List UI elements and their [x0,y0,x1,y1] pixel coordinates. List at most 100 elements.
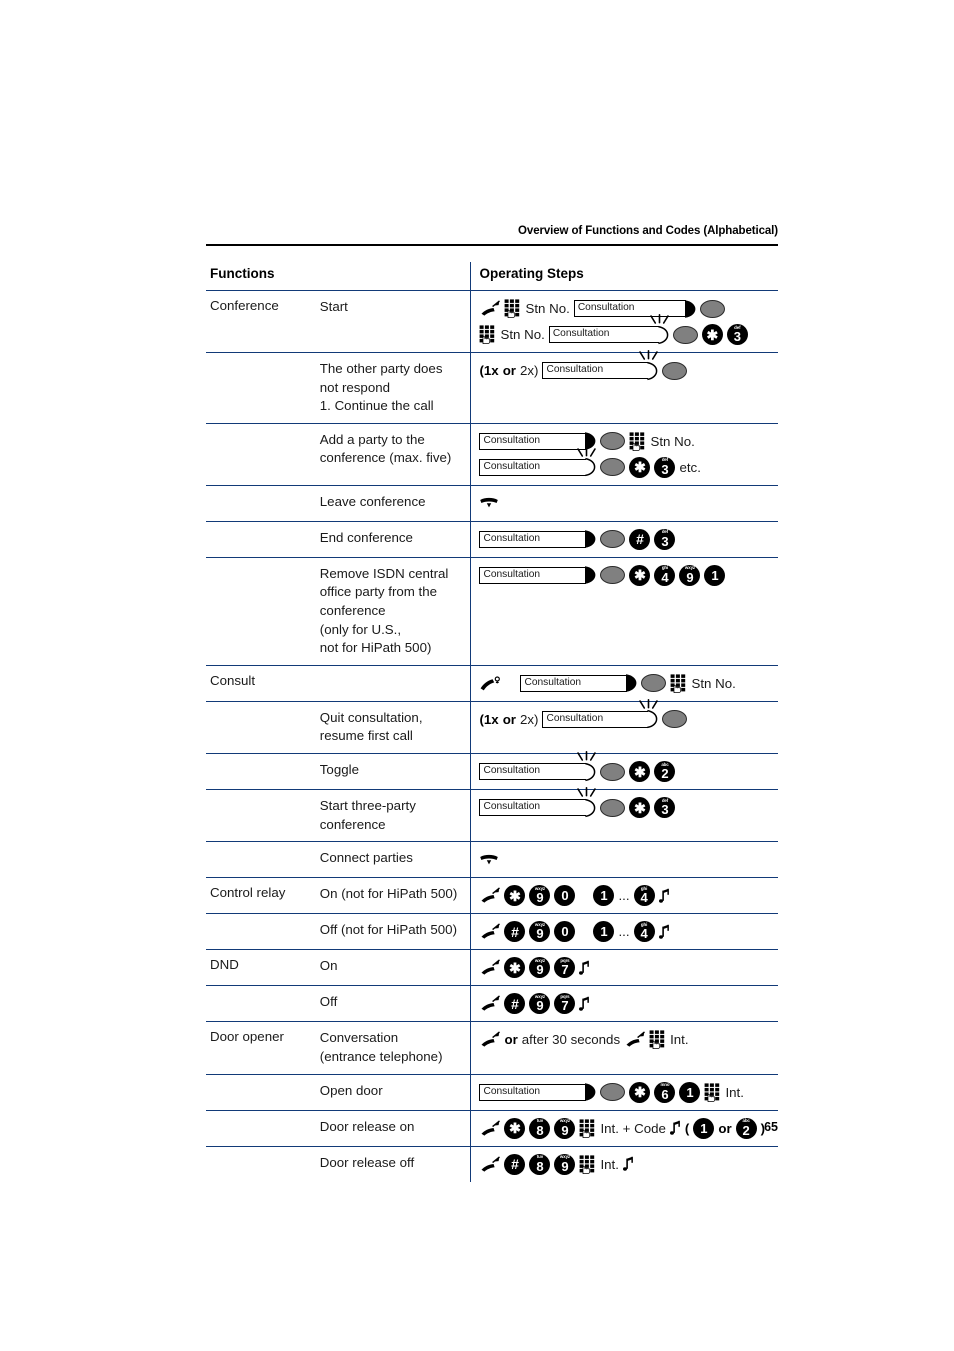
cell-function-detail: Leave conference [315,484,471,522]
key-star-icon[interactable]: ✱ [504,885,526,907]
softkey-consultation[interactable]: Consultation [479,566,596,585]
softkey-label: Consultation [483,461,541,473]
key-1-icon[interactable]: 1 [593,885,615,907]
cell-function-detail: Conversation (entrance telephone) [315,1021,471,1075]
softkey-consultation[interactable]: Consultation [479,530,596,549]
lift-handset-icon [624,1031,646,1048]
softkey-tip-solid-icon [684,299,696,319]
function-key-led[interactable] [600,1083,626,1102]
softkey-consultation[interactable]: Consultation [479,751,597,782]
key-4-icon[interactable]: ghi 4 [633,921,655,943]
function-detail-line: 1. Continue the call [319,398,434,414]
key-digit: 1 [600,924,608,940]
step-text: ... [618,924,630,940]
key-digit: 3 [661,533,669,549]
key-4-icon[interactable]: ghi 4 [654,564,676,586]
key-1-icon[interactable]: 1 [679,1081,701,1103]
flashing-rays-icon [576,446,598,460]
softkey-tip-flashing-icon [585,762,596,782]
key-0-icon[interactable]: 0 [554,885,576,907]
key-star-icon[interactable]: ✱ [701,324,723,345]
function-key-led[interactable] [600,762,626,781]
function-key-led[interactable] [600,432,626,451]
key-digit: 1 [600,888,608,904]
key-3-icon[interactable]: def 3 [726,324,748,345]
tone-icon [658,888,670,904]
cell-function-name [206,484,316,522]
column-header-functions: Functions [210,266,275,281]
function-key-led[interactable] [600,458,626,477]
key-3-icon[interactable]: def 3 [654,456,676,478]
softkey-consultation[interactable]: Consultation [542,350,659,380]
function-detail-line: Start [319,299,348,314]
function-key-led[interactable] [600,566,626,585]
function-key-led[interactable] [641,674,667,693]
step-text: Int. [670,1032,689,1048]
key-7-icon[interactable]: pqrs 7 [554,957,576,979]
softkey-consultation[interactable]: Consultation [479,787,597,817]
key-3-icon[interactable]: def 3 [654,528,676,550]
key-star-icon[interactable]: ✱ [629,456,651,478]
step-text: 2x) [520,363,539,378]
function-detail-line: Off [319,994,338,1010]
key-hash-icon[interactable]: # [629,528,651,550]
key-star-icon[interactable]: ✱ [629,797,651,819]
operating-step-line: Stn No. Consultation ✱ def 3 [479,314,776,346]
operating-step-line: Consultation Stn No. [479,672,776,695]
function-key-led[interactable] [699,299,725,318]
flashing-rays-icon [576,787,598,800]
key-9-icon[interactable]: wxyz 9 [529,993,551,1015]
softkey-label: Consultation [546,713,604,725]
key-4-icon[interactable]: ghi 4 [633,885,655,907]
softkey-consultation[interactable]: Consultation [479,1083,596,1102]
function-key-led[interactable] [662,361,688,380]
softkey-consultation[interactable]: Consultation [548,314,669,344]
softkey-consultation[interactable]: Consultation [479,446,597,477]
key-star-icon[interactable]: ✱ [629,761,651,783]
function-key-led[interactable] [662,710,688,729]
function-key-led[interactable] [600,798,626,817]
key-star-icon[interactable]: ✱ [629,564,651,586]
key-6-icon[interactable]: mno 6 [654,1081,676,1103]
key-9-icon[interactable]: wxyz 9 [554,1153,576,1175]
softkey-label: Consultation [483,435,541,447]
cell-operating-steps: ✱ wxyz 9 0 1... ghi 4 [470,877,778,914]
softkey-consultation[interactable]: Consultation [573,299,696,319]
softkey-consultation[interactable]: Consultation [542,698,659,729]
table-row: Add a party to the conference (max. five)… [206,422,778,486]
softkey-box: Consultation [479,566,587,584]
key-9-icon[interactable]: wxyz 9 [679,564,701,586]
lift-handset-icon [479,1031,501,1048]
table-row: Open door Consultation ✱ mno 6 1 Int. [206,1073,778,1111]
key-3-icon[interactable]: def 3 [654,797,676,819]
function-detail-line: not respond [319,379,391,395]
key-9-icon[interactable]: wxyz 9 [529,885,551,907]
cell-operating-steps: ✱ wxyz 9 pqrs 7 [470,949,778,986]
key-digit: 9 [536,926,544,942]
key-0-icon[interactable]: 0 [554,921,576,943]
keypad-icon [504,299,521,318]
key-8-icon[interactable]: tuv 8 [529,1153,551,1175]
key-9-icon[interactable]: wxyz 9 [529,921,551,943]
step-text: Int. [600,1156,619,1172]
key-2-icon[interactable]: abc 2 [654,761,676,783]
key-9-icon[interactable]: wxyz 9 [529,957,551,979]
function-key-led[interactable] [672,325,698,344]
cell-operating-steps: Consultation Stn No. Consultation ✱ def 3 etc. [470,422,778,486]
tone-icon [622,1156,634,1172]
key-1-icon[interactable]: 1 [704,564,726,586]
softkey-consultation[interactable]: Consultation [520,674,637,693]
key-hash-icon[interactable]: # [504,1153,526,1175]
key-hash-icon[interactable]: # [504,993,526,1015]
key-1-icon[interactable]: 1 [593,921,615,943]
function-detail-line: resume first call [319,728,413,744]
column-header-functions-spacer [316,262,471,291]
step-text: or [502,711,516,727]
key-star-icon[interactable]: ✱ [629,1081,651,1103]
key-7-icon[interactable]: pqrs 7 [554,993,576,1015]
key-digit: 3 [661,461,669,477]
key-hash-icon[interactable]: # [504,921,526,943]
key-digit: 3 [661,802,669,818]
key-star-icon[interactable]: ✱ [504,957,526,979]
function-key-led[interactable] [600,530,626,549]
